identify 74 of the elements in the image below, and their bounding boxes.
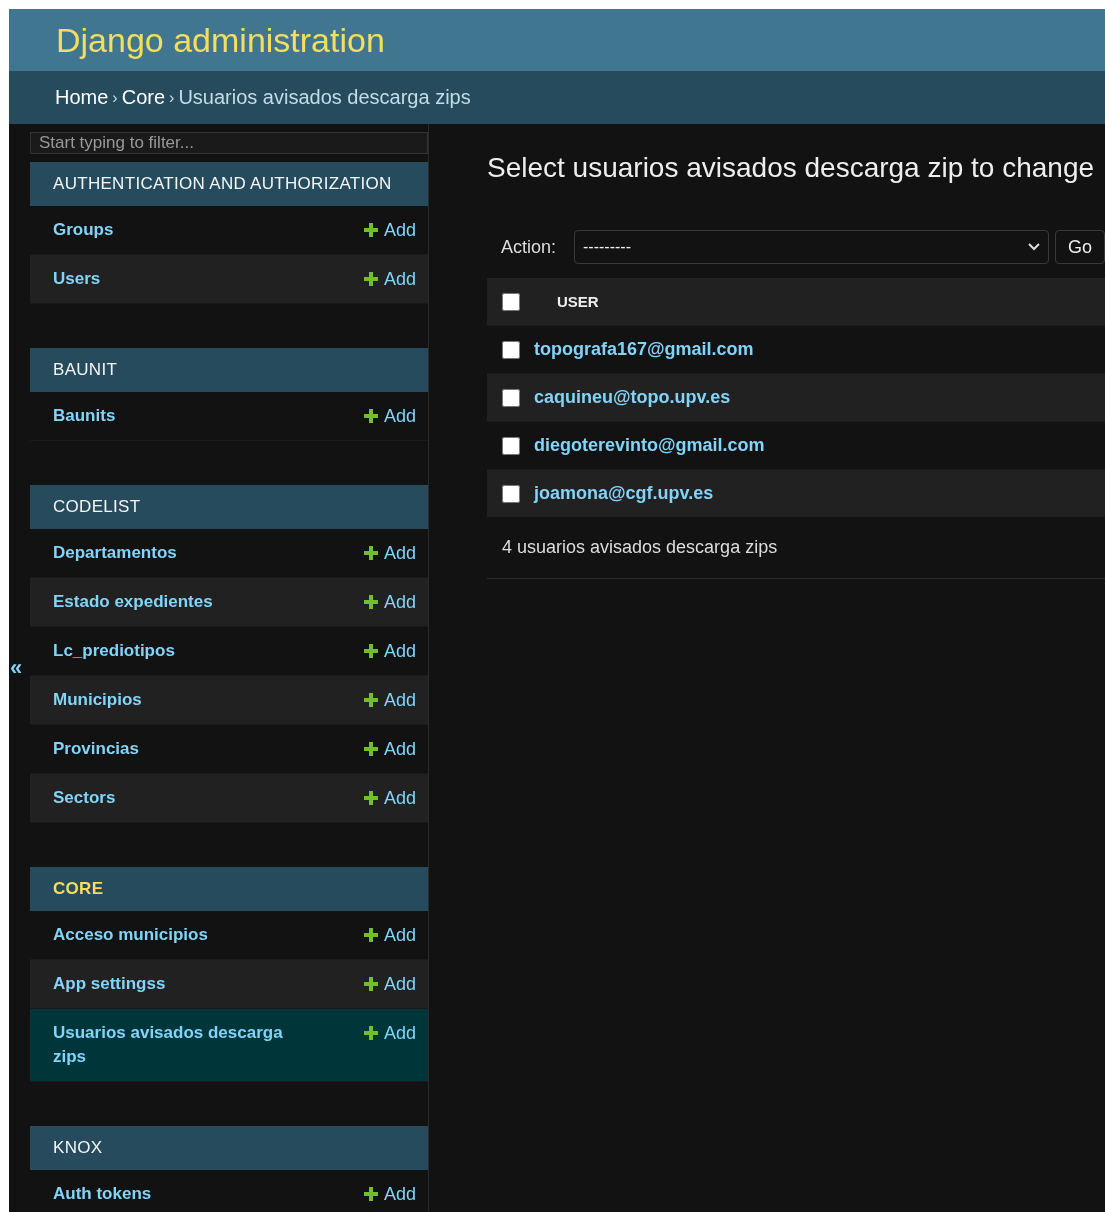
plus-icon bbox=[363, 928, 378, 942]
module-header[interactable]: CODELIST bbox=[30, 485, 428, 529]
breadcrumb-link[interactable]: Home bbox=[55, 86, 109, 109]
model-row[interactable]: Sectors Add bbox=[30, 774, 428, 823]
add-link[interactable]: Add bbox=[363, 404, 416, 428]
user-link[interactable]: diegoterevinto@gmail.com bbox=[534, 435, 765, 455]
model-link[interactable]: Provincias bbox=[53, 737, 139, 761]
add-link[interactable]: Add bbox=[363, 923, 416, 947]
site-title[interactable]: Django administration bbox=[56, 20, 385, 60]
breadcrumb-link[interactable]: Core bbox=[121, 86, 166, 109]
model-row[interactable]: Municipios Add bbox=[30, 676, 428, 725]
plus-icon bbox=[363, 1026, 378, 1040]
model-link[interactable]: Acceso municipios bbox=[53, 923, 208, 947]
breadcrumb-separator: › bbox=[112, 88, 118, 107]
module-header[interactable]: AUTHENTICATION AND AUTHORIZATION bbox=[30, 162, 428, 206]
plus-icon bbox=[363, 546, 378, 560]
model-link[interactable]: Sectors bbox=[53, 786, 116, 810]
row-checkbox[interactable] bbox=[502, 436, 520, 455]
add-link[interactable]: Add bbox=[363, 737, 416, 761]
plus-icon bbox=[363, 742, 378, 756]
model-link[interactable]: Lc_prediotipos bbox=[53, 639, 175, 663]
go-button[interactable]: Go bbox=[1055, 230, 1105, 264]
model-link[interactable]: Usuarios avisados descarga zips bbox=[53, 1021, 313, 1069]
row-checkbox[interactable] bbox=[502, 388, 520, 407]
add-link[interactable]: Add bbox=[363, 590, 416, 614]
module-header[interactable]: CORE bbox=[30, 867, 428, 911]
model-row[interactable]: Usuarios avisados descarga zips Add bbox=[30, 1009, 428, 1082]
model-link[interactable]: Baunits bbox=[53, 404, 116, 428]
breadcrumb-separator: › bbox=[169, 88, 175, 107]
plus-icon bbox=[363, 595, 378, 609]
model-link[interactable]: App settingss bbox=[53, 972, 166, 996]
add-link[interactable]: Add bbox=[363, 1182, 416, 1206]
add-link[interactable]: Add bbox=[363, 541, 416, 565]
chevron-down-icon bbox=[1028, 243, 1040, 251]
action-select[interactable]: --------- bbox=[574, 230, 1049, 264]
page-title: Select usuarios avisados descarga zip to change bbox=[487, 152, 1096, 184]
result-count: 4 usuarios avisados descarga zips bbox=[502, 537, 778, 557]
filter-field[interactable]: Start typing to filter... bbox=[30, 132, 428, 154]
model-row[interactable]: App settingss Add bbox=[30, 960, 428, 1009]
row-checkbox[interactable] bbox=[502, 340, 520, 359]
add-link[interactable]: Add bbox=[363, 786, 416, 810]
plus-icon bbox=[363, 693, 378, 707]
row-checkbox[interactable] bbox=[502, 484, 520, 503]
model-link[interactable]: Departamentos bbox=[53, 541, 177, 565]
add-link[interactable]: Add bbox=[363, 972, 416, 996]
model-link[interactable]: Auth tokens bbox=[53, 1182, 152, 1206]
add-link[interactable]: Add bbox=[363, 688, 416, 712]
module-header[interactable]: KNOX bbox=[30, 1126, 428, 1170]
column-header[interactable]: USER bbox=[557, 293, 599, 310]
user-link[interactable]: topografa167@gmail.com bbox=[534, 339, 754, 359]
plus-icon bbox=[363, 1187, 378, 1201]
plus-icon bbox=[363, 791, 378, 805]
action-label: Action: bbox=[501, 236, 557, 258]
model-row[interactable]: Users Add bbox=[30, 255, 428, 304]
user-link[interactable]: caquineu@topo.upv.es bbox=[534, 387, 731, 407]
model-link[interactable]: Estado expedientes bbox=[53, 590, 213, 614]
user-link[interactable]: joamona@cgf.upv.es bbox=[534, 483, 714, 503]
plus-icon bbox=[363, 409, 378, 423]
model-link[interactable]: Municipios bbox=[53, 688, 142, 712]
plus-icon bbox=[363, 977, 378, 991]
add-link[interactable]: Add bbox=[363, 1021, 416, 1045]
add-link[interactable]: Add bbox=[363, 639, 416, 663]
add-link[interactable]: Add bbox=[363, 218, 416, 242]
model-link[interactable]: Groups bbox=[53, 218, 114, 242]
plus-icon bbox=[363, 272, 378, 286]
add-link[interactable]: Add bbox=[363, 267, 416, 291]
plus-icon bbox=[363, 223, 378, 237]
model-link[interactable]: Users bbox=[53, 267, 101, 291]
plus-icon bbox=[363, 644, 378, 658]
model-row[interactable]: Estado expedientes Add bbox=[30, 578, 428, 627]
select-all-checkbox[interactable] bbox=[502, 293, 520, 311]
module-header[interactable]: BAUNIT bbox=[30, 348, 428, 392]
breadcrumb-current: Usuarios avisados descarga zips bbox=[178, 86, 471, 109]
sidebar-toggle[interactable]: « bbox=[9, 657, 23, 679]
